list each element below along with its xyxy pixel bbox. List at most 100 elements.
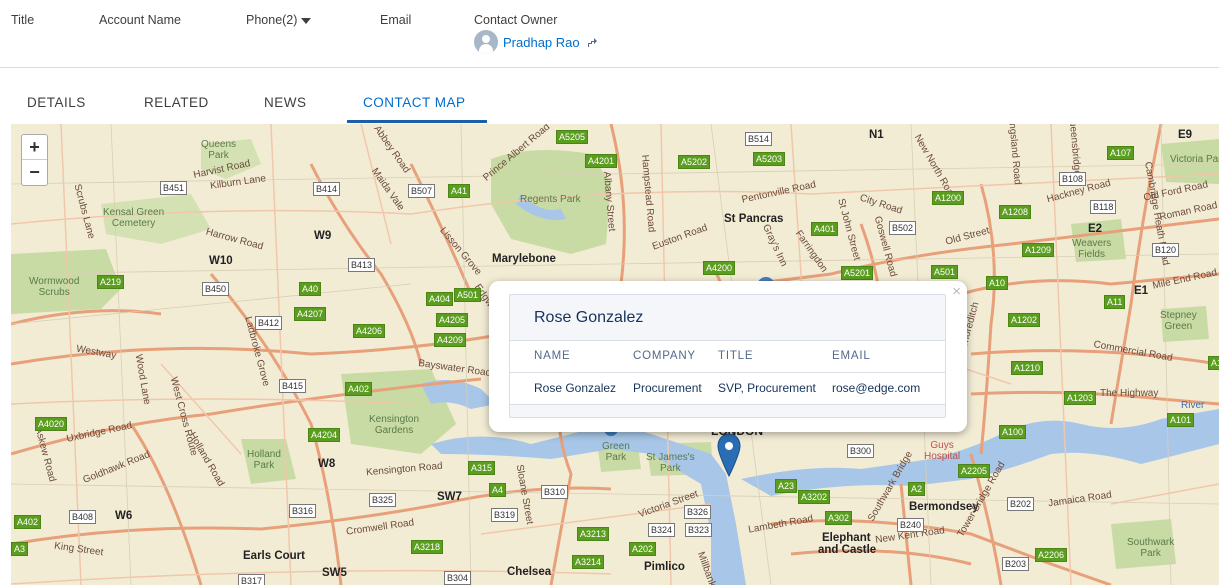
road-shield: B240 [897, 518, 925, 532]
map-label-n1: N1 [869, 129, 884, 141]
road-shield: A23 [775, 479, 798, 493]
close-popup-button[interactable]: × [952, 283, 961, 300]
road-shield: A3202 [798, 490, 831, 504]
road-shield: B118 [1090, 200, 1117, 214]
map-label-w10: W10 [209, 255, 233, 267]
road-shield: B502 [889, 221, 917, 235]
map-label-st-pancras: St Pancras [724, 213, 784, 225]
road-shield: A315 [468, 461, 496, 475]
road-shield: B325 [369, 493, 397, 507]
road-shield: A501 [454, 288, 482, 302]
contact-card-title: Rose Gonzalez [534, 309, 644, 326]
map-park-holland-park: Holland Park [247, 449, 281, 471]
zoom-in-button[interactable]: + [22, 135, 47, 160]
road-shield: B323 [685, 523, 713, 537]
map-park-victoria-park: Victoria Park [1170, 154, 1219, 165]
map-label-and-castle: and Castle [818, 544, 877, 556]
chevron-down-icon [301, 17, 312, 24]
column-header-name: NAME [534, 350, 571, 362]
road-shield: B413 [348, 258, 376, 272]
road-shield: B414 [313, 182, 341, 196]
road-shield: A4200 [703, 261, 736, 275]
road-shield: B319 [491, 508, 519, 522]
road-shield: A1202 [1008, 313, 1041, 327]
map-label-w8: W8 [318, 458, 336, 470]
road-shield: A5203 [753, 152, 786, 166]
active-tab-indicator [347, 120, 487, 123]
road-shield: A101 [1167, 413, 1195, 427]
cell-title: SVP, Procurement [718, 381, 816, 395]
road-shield: B304 [444, 571, 472, 585]
map-label-river: River [1181, 400, 1205, 411]
zoom-out-button[interactable]: − [22, 160, 47, 185]
map-label-guys-hospital: Guys Hospital [924, 440, 961, 462]
map-label-elephant: Elephant [822, 532, 871, 544]
road-shield: B408 [69, 510, 97, 524]
cell-company: Procurement [633, 381, 702, 395]
map-street-the-highway: The Highway [1100, 388, 1159, 399]
map-zoom-control: + − [21, 134, 48, 186]
column-header-email: EMAIL [832, 350, 871, 362]
road-shield: B324 [648, 523, 676, 537]
change-owner-icon[interactable] [586, 36, 598, 48]
map-park-wormwood-scrubs: Wormwood Scrubs [29, 276, 80, 298]
contact-map[interactable]: + − N1 E9 St Pancras Marylebone W9 W10 E… [11, 124, 1219, 585]
road-shield: A3 [11, 542, 29, 556]
road-shield: A4206 [353, 324, 386, 338]
road-shield: B326 [684, 505, 712, 519]
road-shield: A4209 [434, 333, 467, 347]
owner-name-link[interactable]: Pradhap Rao [503, 35, 580, 50]
road-shield: A4205 [436, 313, 469, 327]
map-label-sw7: SW7 [437, 491, 462, 503]
road-shield: A3213 [577, 527, 610, 541]
map-label-w6: W6 [115, 510, 133, 522]
road-shield: A5205 [556, 130, 589, 144]
road-shield: B317 [238, 574, 266, 585]
map-label-e2: E2 [1088, 223, 1103, 235]
road-shield: A402 [345, 382, 373, 396]
map-label-e1: E1 [1134, 285, 1149, 297]
contact-owner-value: Pradhap Rao [474, 30, 598, 54]
account-name-field-label: Account Name [99, 13, 181, 27]
tab-details[interactable]: DETAILS [27, 95, 86, 110]
road-shield: A4 [489, 483, 507, 497]
road-shield: A4204 [308, 428, 341, 442]
tab-related[interactable]: RELATED [144, 95, 209, 110]
phone-field-label: Phone(2) [246, 13, 298, 27]
tab-contact-map[interactable]: CONTACT MAP [363, 95, 466, 110]
map-park-kensington-gardens: Kensington Gardens [369, 414, 420, 436]
road-shield: A2 [908, 482, 926, 496]
road-shield: A5202 [678, 155, 711, 169]
road-shield: A2206 [1035, 548, 1068, 562]
map-park-kensal-green: Kensal Green Cemetery [103, 207, 165, 229]
road-shield: B451 [160, 181, 188, 195]
road-shield: B412 [255, 316, 283, 330]
road-shield: A40 [299, 282, 322, 296]
road-shield: A1208 [999, 205, 1032, 219]
map-park-queens-park: Queens Park [201, 139, 237, 161]
contact-owner-field-label: Contact Owner [474, 13, 558, 27]
tab-news[interactable]: NEWS [264, 95, 307, 110]
title-field-label: Title [11, 13, 35, 27]
road-shield: A2205 [958, 464, 991, 478]
map-park-regents-park: Regents Park [520, 194, 581, 205]
road-shield: B203 [1002, 557, 1030, 571]
road-shield: B108 [1059, 172, 1087, 186]
contact-table: NAME COMPANY TITLE EMAIL Rose Gonzalez P… [510, 340, 945, 405]
road-shield: A107 [1107, 146, 1135, 160]
column-header-company: COMPANY [633, 350, 696, 362]
road-shield: B507 [408, 184, 436, 198]
road-shield: A41 [448, 184, 471, 198]
road-shield: B120 [1152, 243, 1180, 257]
road-shield: B300 [847, 444, 875, 458]
record-highlights-header: Title Account Name Phone(2) Email Contac… [0, 0, 1219, 68]
map-park-st-james: St James's Park [646, 452, 695, 474]
user-avatar-icon [474, 30, 498, 54]
road-shield: B415 [279, 379, 307, 393]
cell-email: rose@edge.com [832, 381, 921, 395]
map-label-pimlico: Pimlico [644, 561, 685, 573]
road-shield: A402 [14, 515, 42, 529]
map-park-green-park: Green Park [602, 441, 630, 463]
record-tabs: DETAILS RELATED NEWS CONTACT MAP [0, 68, 1219, 124]
phone-field-dropdown[interactable]: Phone(2) [246, 13, 312, 27]
